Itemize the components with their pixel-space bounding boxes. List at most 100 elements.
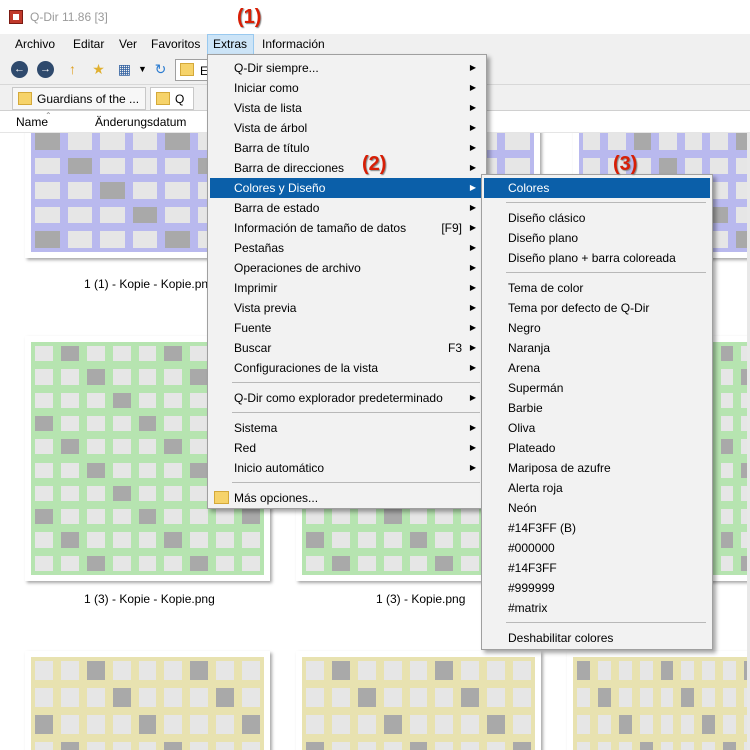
menu-separator — [506, 272, 706, 273]
up-folder-icon[interactable]: ↑ — [64, 61, 81, 78]
menu-favoritos[interactable]: Favoritos — [146, 34, 205, 54]
menu-item-label: Buscar — [234, 341, 272, 355]
menu-item[interactable]: Vista de lista ▶ — [210, 98, 484, 118]
menu-item[interactable]: Barra de estado ▶ — [210, 198, 484, 218]
menu-item[interactable]: Más opciones... — [210, 488, 484, 508]
menu-item[interactable]: Inicio automático ▶ — [210, 458, 484, 478]
menu-item[interactable]: #000000 — [484, 538, 710, 558]
tab-guardians[interactable]: Guardians of the ... — [12, 87, 146, 110]
menu-item[interactable]: Operaciones de archivo ▶ — [210, 258, 484, 278]
menu-item-label: Pestañas — [234, 241, 285, 255]
menu-item[interactable]: Vista de árbol ▶ — [210, 118, 484, 138]
tab-q[interactable]: Q — [150, 87, 194, 110]
folder-icon — [156, 92, 170, 105]
image-thumbnail[interactable] — [25, 651, 270, 750]
menu-item[interactable]: Barra de direcciones ▶ — [210, 158, 484, 178]
menu-archivo[interactable]: Archivo — [10, 34, 60, 54]
menu-item-label: Información de tamaño de datos — [234, 221, 407, 235]
menu-item-label: Fuente — [234, 321, 272, 335]
file-label[interactable]: 1 (3) - Kopie - Kopie.png — [84, 592, 215, 606]
submenu-arrow-icon: ▶ — [469, 183, 476, 192]
menu-item-label: Vista previa — [234, 301, 297, 315]
menu-item[interactable]: Tema de color — [484, 278, 710, 298]
menu-item[interactable]: Buscar F3 ▶ — [210, 338, 484, 358]
menu-item[interactable]: Arena — [484, 358, 710, 378]
submenu-arrow-icon: ▶ — [469, 343, 476, 352]
menu-item[interactable]: Sistema ▶ — [210, 418, 484, 438]
menu-item-label: Deshabilitar colores — [508, 631, 614, 645]
window-title: Q-Dir 11.86 [3] — [30, 10, 108, 24]
menu-item-label: Sistema — [234, 421, 278, 435]
submenu-arrow-icon: ▶ — [469, 143, 476, 152]
submenu-arrow-icon: ▶ — [469, 243, 476, 252]
menu-item-label: Naranja — [508, 341, 551, 355]
menu-item[interactable]: Q-Dir siempre... ▶ — [210, 58, 484, 78]
menu-item[interactable]: Vista previa ▶ — [210, 298, 484, 318]
submenu-arrow-icon: ▶ — [469, 323, 476, 332]
column-name[interactable]: Name — [16, 115, 48, 129]
menu-ver[interactable]: Ver — [114, 34, 142, 54]
submenu-arrow-icon: ▶ — [469, 63, 476, 72]
menu-item[interactable]: #matrix — [484, 598, 710, 618]
submenu-arrow-icon: ▶ — [469, 283, 476, 292]
menu-item[interactable]: Diseño clásico — [484, 208, 710, 228]
menu-item-label: Más opciones... — [234, 491, 319, 505]
column-date[interactable]: Änderungsdatum — [95, 115, 186, 129]
menu-item[interactable]: #14F3FF (B) — [484, 518, 710, 538]
view-dropdown-icon[interactable]: ▼ — [134, 61, 151, 78]
menu-item[interactable]: Diseño plano + barra coloreada — [484, 248, 710, 268]
menu-item[interactable]: Diseño plano — [484, 228, 710, 248]
menu-item[interactable]: Alerta roja — [484, 478, 710, 498]
thumbnail-image — [31, 657, 264, 750]
menu-item[interactable]: Red ▶ — [210, 438, 484, 458]
menu-separator — [506, 622, 706, 623]
menu-item[interactable]: Información de tamaño de datos [F9] ▶ — [210, 218, 484, 238]
menu-item[interactable]: Tema por defecto de Q-Dir — [484, 298, 710, 318]
menu-item-label: #14F3FF (B) — [508, 521, 577, 535]
menu-item-label: Supermán — [508, 381, 564, 395]
menu-item[interactable]: Barbie — [484, 398, 710, 418]
menu-item[interactable]: #14F3FF — [484, 558, 710, 578]
menu-informacion[interactable]: Información — [257, 34, 330, 54]
forward-icon[interactable]: → — [37, 61, 54, 78]
menu-editar[interactable]: Editar — [68, 34, 109, 54]
refresh-icon[interactable]: ↻ — [152, 61, 169, 78]
menu-item-label: #matrix — [508, 601, 548, 615]
folder-icon — [180, 63, 194, 76]
menu-item-label: Q-Dir siempre... — [234, 61, 319, 75]
menu-item[interactable]: Oliva — [484, 418, 710, 438]
submenu-arrow-icon: ▶ — [469, 223, 476, 232]
menu-item[interactable]: Negro — [484, 318, 710, 338]
menu-item-label: Neón — [508, 501, 537, 515]
menu-extras[interactable]: Extras — [207, 34, 254, 55]
menu-item[interactable]: Plateado — [484, 438, 710, 458]
menu-item[interactable]: Neón — [484, 498, 710, 518]
menu-item[interactable]: Pestañas ▶ — [210, 238, 484, 258]
view-icon[interactable]: ▦ — [116, 61, 133, 78]
new-folder-icon[interactable]: ★ — [90, 61, 107, 78]
menu-item[interactable]: Supermán — [484, 378, 710, 398]
menu-item[interactable]: Colores y Diseño ▶ — [210, 178, 484, 198]
submenu-arrow-icon: ▶ — [469, 83, 476, 92]
menu-item[interactable]: Barra de título ▶ — [210, 138, 484, 158]
menu-item[interactable]: #999999 — [484, 578, 710, 598]
menu-item[interactable]: Imprimir ▶ — [210, 278, 484, 298]
menu-item[interactable]: Q-Dir como explorador predeterminado ▶ — [210, 388, 484, 408]
menu-item[interactable]: Iniciar como ▶ — [210, 78, 484, 98]
menu-item-label: Plateado — [508, 441, 556, 455]
submenu-arrow-icon: ▶ — [469, 423, 476, 432]
file-label[interactable]: 1 (1) - Kopie - Kopie.png — [84, 277, 215, 291]
menu-item[interactable]: Deshabilitar colores — [484, 628, 710, 648]
image-thumbnail[interactable] — [296, 651, 541, 750]
back-icon[interactable]: ← — [11, 61, 28, 78]
image-thumbnail[interactable] — [567, 651, 750, 750]
menu-item[interactable]: Fuente ▶ — [210, 318, 484, 338]
submenu-arrow-icon: ▶ — [469, 463, 476, 472]
submenu-arrow-icon: ▶ — [469, 363, 476, 372]
menu-item[interactable]: Configuraciones de la vista ▶ — [210, 358, 484, 378]
file-label[interactable]: 1 (3) - Kopie.png — [376, 592, 465, 606]
menu-item[interactable]: Naranja — [484, 338, 710, 358]
menu-item[interactable]: Mariposa de azufre — [484, 458, 710, 478]
callout-1: (1) — [237, 6, 262, 28]
menu-item[interactable]: Colores — [484, 178, 710, 198]
